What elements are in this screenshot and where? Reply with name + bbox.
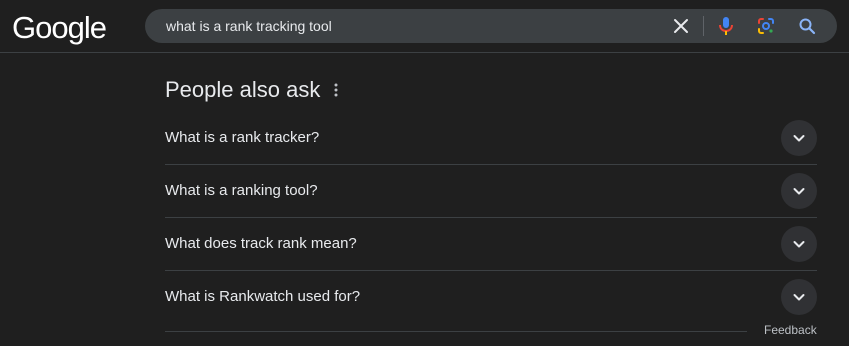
more-vert-icon[interactable] [328,80,344,100]
search-box-divider [703,16,704,36]
mic-icon[interactable] [716,16,736,36]
chevron-down-icon [793,135,805,142]
search-input[interactable]: what is a rank tracking tool [166,17,332,35]
search-box[interactable]: what is a rank tracking tool [145,9,837,43]
chevron-down-icon [793,241,805,248]
expand-button[interactable] [781,173,817,209]
question-row[interactable]: What is a rank tracker? [165,112,817,165]
question-text: What is a ranking tool? [165,182,318,199]
question-row[interactable]: What is Rankwatch used for? [165,271,817,324]
expand-button[interactable] [781,279,817,315]
question-text: What is Rankwatch used for? [165,288,361,305]
expand-button[interactable] [781,120,817,156]
question-row[interactable]: What does track rank mean? [165,218,817,271]
google-logo[interactable]: Google [12,10,107,46]
close-icon[interactable] [671,16,691,36]
chevron-down-icon [793,188,805,195]
chevron-down-icon [793,294,805,301]
question-text: What does track rank mean? [165,235,357,252]
people-also-ask-title: People also ask [165,77,321,102]
search-header: Google what is a rank tracking tool [0,0,849,53]
search-icon[interactable] [797,16,817,36]
question-text: What is a rank tracker? [165,129,320,146]
question-row[interactable]: What is a ranking tool? [165,165,817,218]
feedback-link[interactable]: Feedback [764,323,817,338]
section-divider [165,331,747,332]
expand-button[interactable] [781,226,817,262]
google-lens-icon[interactable] [756,16,776,36]
